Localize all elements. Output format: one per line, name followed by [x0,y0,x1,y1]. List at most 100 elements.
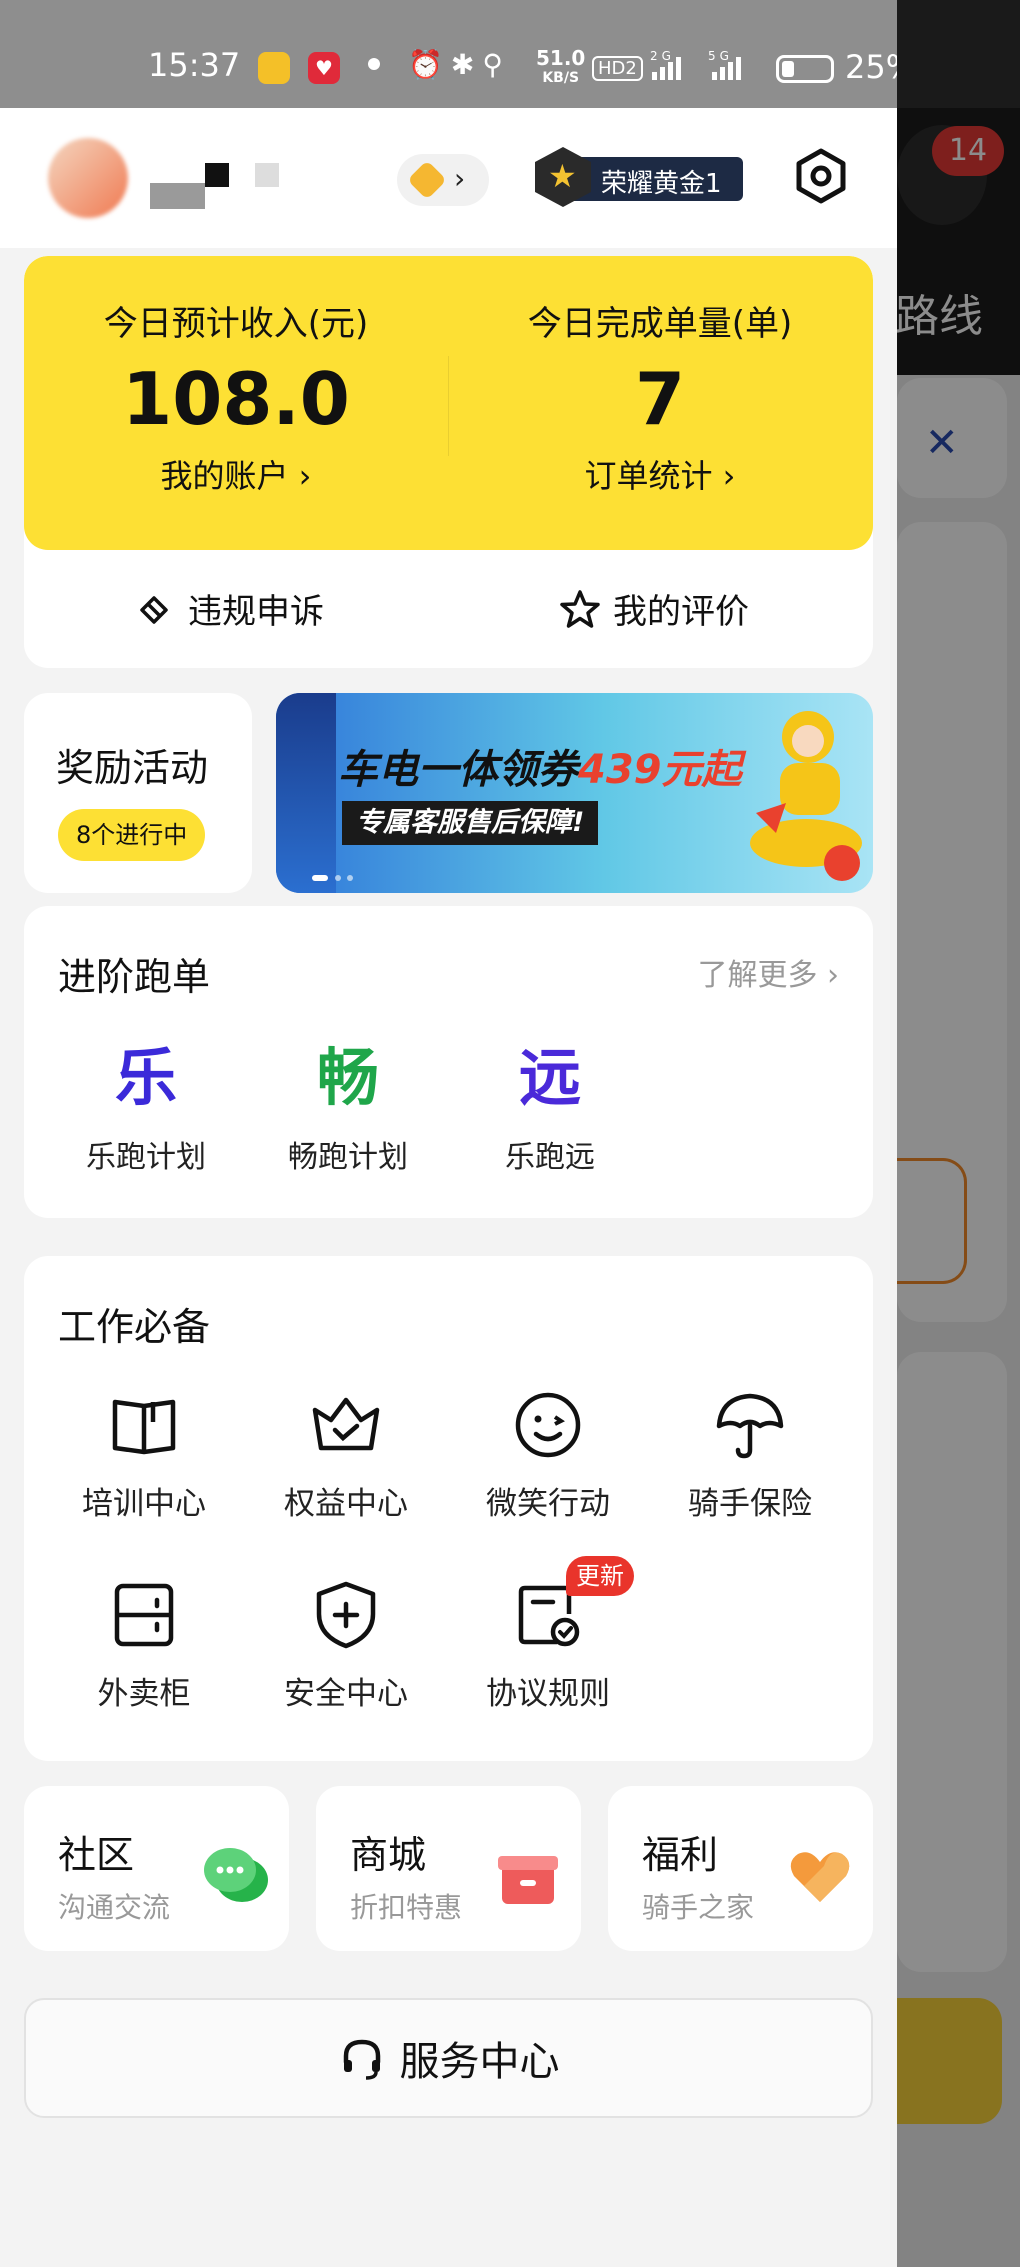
tool-food-locker[interactable]: 外卖柜 [44,1576,244,1713]
earnings-actions: 违规申诉 我的评价 [24,550,873,668]
hd-icon: HD2 [592,56,643,81]
learn-more-link[interactable]: 了解更多 › [697,950,839,994]
gavel-icon [140,595,168,624]
network-speed: 51.0 KB/S [536,48,585,88]
service-center-button[interactable]: 服务中心 [24,1998,873,2118]
mini-card-subtitle: 折扣特惠 [350,1891,463,1924]
banner-subline: 专属客服售后保障! [342,801,599,845]
rank-label: 荣耀黄金1 [601,169,722,199]
tool-smile-action[interactable]: 微笑行动 [448,1386,648,1523]
welfare-card[interactable]: 福利 骑手之家 [608,1786,873,1951]
lepao-logo: 乐 [114,1041,177,1114]
username-blurred [255,163,279,187]
banner-headline-prefix: 车电一体领券 [338,747,578,793]
work-essentials-card: 工作必备 培训中心 权益中心 微笑行动 骑手保险 外卖柜 安全中心 协议规则 更… [24,1256,873,1761]
coin-icon [407,160,447,200]
earnings-card: 今日预计收入(元) 108.0 我的账户 › 今日完成单量(单) 7 订单统计 … [24,256,873,668]
system-navigation-bar [0,2236,897,2267]
username-blurred [150,183,205,209]
reward-activities-card[interactable]: 奖励活动 8个进行中 [24,693,252,893]
net-speed-unit: KB/S [542,70,580,86]
changpao-logo: 畅 [316,1041,379,1114]
banner-headline-amount: 439元起 [578,747,742,793]
update-badge: 更新 [566,1556,634,1596]
tool-label: 培训中心 [82,1486,206,1522]
tool-benefits-center[interactable]: 权益中心 [246,1386,446,1523]
status-time: 15:37 [148,46,241,84]
advanced-item-lepaoyuan[interactable]: 远 乐跑远 [470,1038,630,1176]
tool-label: 权益中心 [284,1486,408,1522]
tool-label: 安全中心 [284,1676,408,1712]
orders-link[interactable]: 订单统计 › [448,451,872,497]
advanced-item-label: 乐跑远 [505,1140,595,1175]
orders-value: 7 [634,357,686,441]
orders-label: 今日完成单量(单) [527,304,793,344]
alarm-bluetooth-location-icons: ⏰✱⚲ [408,48,511,81]
side-drawer: › 荣耀黄金1 今日预计收入(元) 108.0 我的账户 › 今日完成单量(单)… [0,108,897,2267]
dim-overlay[interactable] [897,0,1020,2267]
heart-icon [790,1852,850,1902]
account-link[interactable]: 我的账户 › [24,451,448,497]
status-bar: 15:37 ♥ ⏰✱⚲ 51.0 KB/S HD2 2G 5G 25% [0,0,916,108]
banner-pagination [312,875,353,881]
mini-card-subtitle: 骑手之家 [642,1891,755,1924]
network-5g: 5G [708,49,733,63]
income-section[interactable]: 今日预计收入(元) 108.0 我的账户 › [24,296,448,497]
avatar[interactable] [48,138,128,218]
orders-section[interactable]: 今日完成单量(单) 7 订单统计 › [448,296,872,497]
banner-headline: 车电一体领券439元起 [338,737,742,795]
chat-icon [204,1848,268,1902]
earnings-summary: 今日预计收入(元) 108.0 我的账户 › 今日完成单量(单) 7 订单统计 … [24,256,873,550]
rank-badge[interactable]: 荣耀黄金1 [535,147,743,207]
crown-icon [312,1397,380,1451]
profile-header: › 荣耀黄金1 [0,108,897,248]
income-value: 108.0 [122,357,350,441]
my-reviews-button[interactable]: 我的评价 [559,584,749,633]
advanced-item-changpao[interactable]: 畅 畅跑计划 [268,1038,428,1176]
tool-rider-insurance[interactable]: 骑手保险 [650,1386,850,1523]
gift-icon [498,1856,558,1904]
battery-icon [776,55,834,83]
appeal-label: 违规申诉 [188,592,324,632]
lepaoyuan-logo: 远 [518,1041,581,1114]
signal-icon: 2G 5G [648,48,768,91]
book-icon [112,1399,176,1455]
mini-card-title: 商城 [350,1833,427,1877]
mall-card[interactable]: 商城 折扣特惠 [316,1786,581,1951]
service-center-label: 服务中心 [399,2039,560,2085]
tool-safety-center[interactable]: 安全中心 [246,1576,446,1713]
review-label: 我的评价 [613,592,749,632]
reward-count-badge: 8个进行中 [58,809,206,861]
tool-label: 协议规则 [486,1676,610,1712]
advanced-item-label: 畅跑计划 [288,1140,408,1175]
promo-banner[interactable]: 车电一体领券439元起 专属客服售后保障! [276,693,873,893]
network-2g: 2G [650,49,675,63]
settings-gear-icon[interactable] [793,148,849,204]
chevron-right-icon: › [454,162,466,195]
rider-illustration [750,711,862,881]
status-bar-dark [897,0,1020,108]
more-notifications-dot [368,58,380,70]
reward-title: 奖励活动 [56,746,209,790]
mini-card-title: 社区 [58,1833,135,1877]
mini-card-subtitle: 沟通交流 [58,1891,171,1924]
mini-card-title: 福利 [642,1833,719,1877]
tool-label: 微笑行动 [486,1486,610,1522]
tools-title: 工作必备 [58,1305,211,1349]
tool-training-center[interactable]: 培训中心 [44,1386,244,1523]
headset-icon [343,2039,380,2080]
advanced-title: 进阶跑单 [58,955,211,999]
advanced-item-lepao[interactable]: 乐 乐跑计划 [66,1038,226,1176]
coin-button[interactable]: › [397,154,489,206]
advanced-item-label: 乐跑计划 [86,1140,206,1175]
star-icon [560,589,600,628]
tool-label: 骑手保险 [688,1486,812,1522]
tool-agreement-rules[interactable]: 协议规则 更新 [448,1556,648,1713]
username-blurred [205,163,229,187]
appeal-button[interactable]: 违规申诉 [134,584,324,633]
community-card[interactable]: 社区 沟通交流 [24,1786,289,1951]
smile-icon [515,1392,581,1458]
tool-label: 外卖柜 [97,1676,191,1712]
umbrella-icon [716,1393,784,1459]
app-notification-icon [258,52,290,84]
